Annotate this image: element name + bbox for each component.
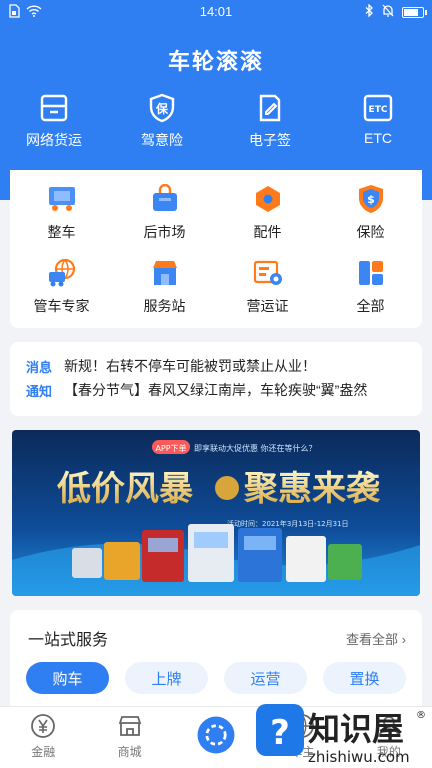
- banner-subtitle: 即享联动大促优惠 你还在等什么？: [194, 443, 317, 453]
- tab-operation[interactable]: 运营: [224, 662, 307, 694]
- banner-badge: APP下单: [155, 443, 186, 453]
- bell-mute-icon: [382, 4, 394, 20]
- menu-e-sign[interactable]: 电子签: [216, 92, 324, 158]
- svg-text:$: $: [367, 193, 375, 206]
- menu-driver-insurance[interactable]: 保 驾意险: [108, 92, 216, 158]
- grid-item-parts-label: 配件: [253, 224, 282, 240]
- tab-store[interactable]: 商城: [86, 707, 172, 768]
- promo-banner[interactable]: APP下单 即享联动大促优惠 你还在等什么？ 低价风暴 聚惠来袭 活动时间：20…: [12, 430, 420, 596]
- view-all-link[interactable]: 查看全部 ›: [346, 629, 406, 648]
- e-sign-icon: [259, 94, 281, 122]
- grid-item-operating-license[interactable]: 营运证: [216, 256, 319, 330]
- grid-item-aftermarket-label: 后市场: [143, 224, 186, 240]
- store-icon: [118, 716, 141, 736]
- main-menu: 网络货运 保 驾意险 电子签 ETC ETC: [0, 92, 432, 158]
- tab-exchange[interactable]: 置换: [323, 662, 406, 694]
- service-tabs: 购车 上牌 运营 置换: [10, 650, 422, 694]
- svg-text:保: 保: [155, 101, 169, 116]
- etc-icon: ETC: [363, 94, 393, 122]
- menu-etc[interactable]: ETC ETC: [324, 92, 432, 158]
- service-station-icon: [148, 256, 182, 290]
- notice-text-1: 新规！右转不停车可能被罚或禁止从业！: [64, 358, 316, 374]
- banner-date: 活动时间：2021年3月13日-12月31日: [227, 519, 349, 528]
- grid-item-aftermarket[interactable]: 后市场: [113, 182, 216, 256]
- banner-headline-right: 聚惠来袭: [243, 469, 381, 509]
- grid-item-fleet-expert[interactable]: 管车专家: [10, 256, 113, 330]
- grid-item-insurance-label: 保险: [356, 224, 385, 240]
- yen-icon: [31, 714, 56, 738]
- notice-row-2[interactable]: 通知 【春分节气】春风又绿江南岸，车轮疾驶“翼”盎然: [26, 378, 406, 402]
- tab-store-label: 商城: [117, 745, 142, 759]
- menu-driver-insurance-label: 驾意险: [141, 132, 183, 148]
- grid-item-all-label: 全部: [356, 298, 385, 314]
- truck-icon: [45, 182, 79, 216]
- tab-buy-car[interactable]: 购车: [26, 662, 109, 694]
- parts-hexagon-icon: [251, 182, 285, 216]
- chevron-right-icon: ›: [401, 631, 406, 647]
- handshake-icon: [215, 476, 239, 500]
- watermark-logo: ? 知识屋 ® zhishiwu.com: [256, 704, 426, 766]
- svg-text:?: ?: [270, 713, 290, 753]
- freight-icon: [40, 94, 68, 122]
- grid-item-all[interactable]: 全部: [319, 256, 422, 330]
- grid-item-truck-label: 整车: [47, 224, 76, 240]
- menu-freight-label: 网络货运: [26, 132, 82, 148]
- bluetooth-icon: [365, 3, 374, 20]
- service-section-title: 一站式服务: [28, 632, 109, 649]
- app-title: 车轮滚滚: [167, 49, 264, 74]
- insurance-shield-icon: 保: [149, 93, 175, 123]
- promo-banner-graphic: APP下单 即享联动大促优惠 你还在等什么？ 低价风暴 聚惠来袭 活动时间：20…: [12, 430, 420, 596]
- menu-etc-label: ETC: [364, 130, 392, 146]
- grid-item-parts[interactable]: 配件: [216, 182, 319, 256]
- tab-registration[interactable]: 上牌: [125, 662, 208, 694]
- grid-item-service-station-label: 服务站: [143, 298, 186, 314]
- banner-headline-left: 低价风暴: [57, 469, 193, 509]
- notice-row-1[interactable]: 消息 新规！右转不停车可能被罚或禁止从业！: [26, 354, 406, 378]
- tab-finance[interactable]: 金融: [0, 707, 86, 768]
- license-icon: [251, 256, 285, 290]
- notice-tag-message: 消息: [26, 359, 53, 375]
- menu-e-sign-label: 电子签: [249, 132, 291, 148]
- notice-tag-notify: 通知: [26, 383, 53, 399]
- grid-item-fleet-expert-label: 管车专家: [33, 298, 90, 314]
- notice-text-2: 【春分节气】春风又绿江南岸，车轮疾驶“翼”盎然: [64, 382, 368, 398]
- svg-text:ETC: ETC: [369, 105, 388, 115]
- view-all-label: 查看全部: [346, 631, 399, 647]
- watermark-registered: ®: [416, 710, 426, 721]
- one-stop-service-card: 一站式服务 查看全部 › 购车 上牌 运营 置换: [10, 610, 422, 706]
- grid-item-service-station[interactable]: 服务站: [113, 256, 216, 330]
- watermark-text-en: zhishiwu.com: [308, 748, 410, 766]
- grid-item-truck[interactable]: 整车: [10, 182, 113, 256]
- notice-card[interactable]: 消息 新规！右转不停车可能被罚或禁止从业！ 通知 【春分节气】春风又绿江南岸，车…: [10, 342, 422, 416]
- grid-item-insurance[interactable]: $ 保险: [319, 182, 422, 256]
- watermark-text-cn: 知识屋: [308, 710, 404, 748]
- all-apps-icon: [354, 256, 388, 290]
- status-bar: 14:01: [0, 0, 432, 24]
- grid-item-operating-license-label: 营运证: [246, 298, 289, 314]
- menu-freight[interactable]: 网络货运: [0, 92, 108, 158]
- battery-icon: [402, 6, 427, 18]
- fleet-globe-icon: [45, 256, 79, 290]
- shopping-bag-icon: [148, 182, 182, 216]
- center-logo-icon: [197, 716, 235, 754]
- services-grid-card: 整车 后市场 配件 $ 保险 管车专家 服务站 营运证 全部: [10, 170, 422, 328]
- tab-finance-label: 金融: [31, 745, 56, 759]
- insurance-icon: $: [354, 182, 388, 216]
